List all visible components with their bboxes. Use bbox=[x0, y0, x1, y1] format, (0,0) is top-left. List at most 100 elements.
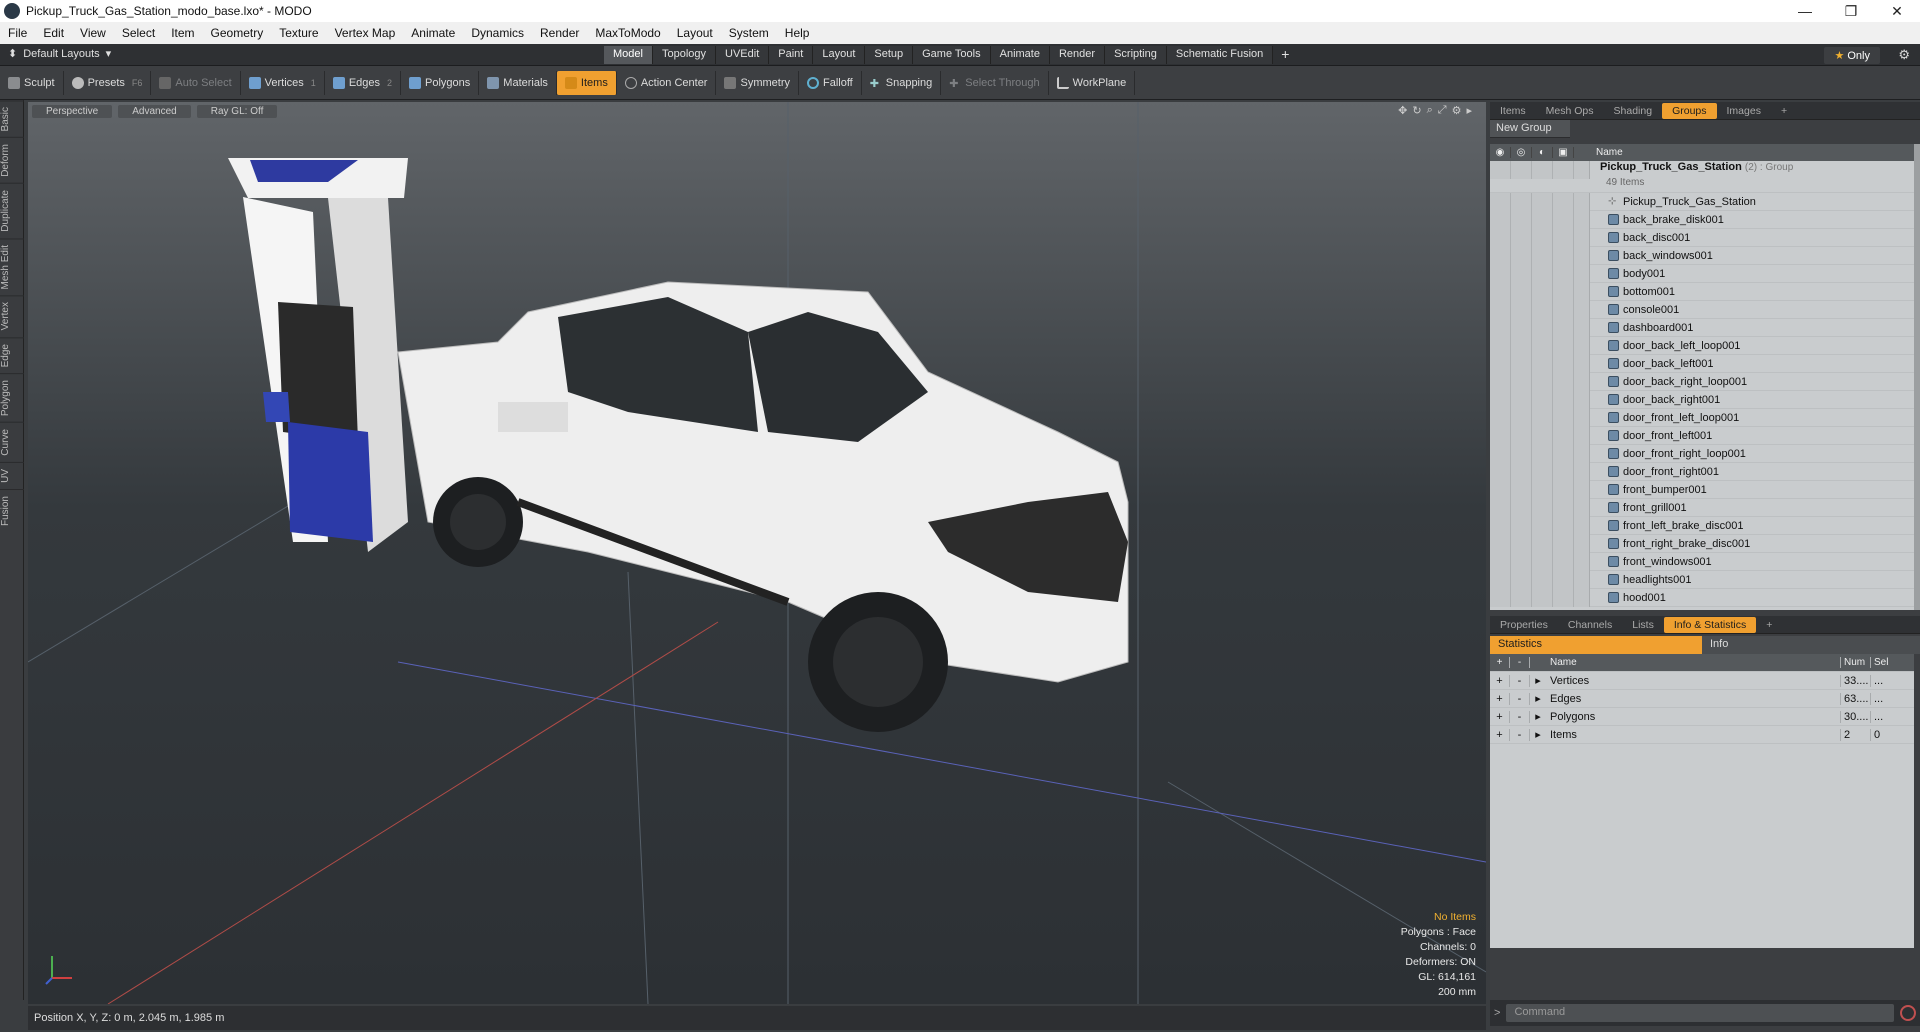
menu-help[interactable]: Help bbox=[777, 26, 818, 40]
menu-file[interactable]: File bbox=[0, 26, 35, 40]
menu-item[interactable]: Item bbox=[163, 26, 202, 40]
left-tab-vertex[interactable]: Vertex bbox=[0, 295, 24, 337]
list-item[interactable]: front_grill001 bbox=[1490, 498, 1914, 517]
tab-game-tools[interactable]: Game Tools bbox=[913, 46, 991, 64]
add-panel-tab-icon[interactable]: + bbox=[1771, 103, 1797, 119]
select-icon[interactable]: ▣ bbox=[1553, 147, 1574, 158]
visibility-cells[interactable] bbox=[1490, 161, 1590, 179]
list-item[interactable]: dashboard001 bbox=[1490, 318, 1914, 337]
group-row[interactable]: Pickup_Truck_Gas_Station (2) : Group 49 … bbox=[1490, 161, 1914, 193]
menu-dynamics[interactable]: Dynamics bbox=[463, 26, 532, 40]
list-item[interactable]: door_front_right_loop001 bbox=[1490, 444, 1914, 463]
menu-vertex-map[interactable]: Vertex Map bbox=[327, 26, 404, 40]
tab-lists[interactable]: Lists bbox=[1622, 617, 1664, 633]
presets-button[interactable]: Presets F6 bbox=[64, 70, 152, 95]
table-row[interactable]: + - ▸ Vertices 33.... ... bbox=[1490, 672, 1914, 690]
list-item[interactable]: back_brake_disk001 bbox=[1490, 210, 1914, 229]
plus-icon[interactable]: + bbox=[1490, 674, 1510, 687]
only-button[interactable]: ★ Only bbox=[1824, 47, 1880, 64]
list-item[interactable]: door_back_left_loop001 bbox=[1490, 336, 1914, 355]
name-column-header[interactable]: Name bbox=[1590, 147, 1623, 158]
list-item[interactable]: back_disc001 bbox=[1490, 228, 1914, 247]
left-tab-mesh-edit[interactable]: Mesh Edit bbox=[0, 237, 24, 296]
fit-icon[interactable]: ⤢ bbox=[1438, 104, 1447, 117]
render-icon[interactable]: ◐ bbox=[1532, 147, 1553, 158]
pan-icon[interactable]: ✥ bbox=[1398, 104, 1407, 117]
snapping-button[interactable]: ✚ Snapping bbox=[862, 70, 942, 95]
raygl-button[interactable]: Ray GL: Off bbox=[196, 104, 278, 118]
table-row[interactable]: + - ▸ Polygons 30.... ... bbox=[1490, 708, 1914, 726]
minus-icon[interactable]: - bbox=[1510, 710, 1530, 723]
eye-icon[interactable]: ◉ bbox=[1490, 147, 1511, 158]
expand-arrow-icon[interactable]: ▸ bbox=[1530, 728, 1546, 741]
materials-button[interactable]: Materials bbox=[479, 70, 557, 95]
items-button[interactable]: Items bbox=[556, 70, 617, 95]
info-subtab[interactable]: Info bbox=[1702, 636, 1920, 654]
shading-mode-button[interactable]: Advanced bbox=[118, 104, 191, 118]
collapse-all-icon[interactable]: - bbox=[1510, 657, 1530, 668]
menu-layout[interactable]: Layout bbox=[669, 26, 721, 40]
expand-arrow-icon[interactable]: ▸ bbox=[1530, 674, 1546, 687]
left-tab-deform[interactable]: Deform bbox=[0, 137, 24, 184]
tab-images[interactable]: Images bbox=[1717, 103, 1771, 119]
viewport-settings-icon[interactable]: ⚙ bbox=[1452, 104, 1462, 117]
menu-select[interactable]: Select bbox=[114, 26, 163, 40]
new-group-button[interactable]: New Group bbox=[1490, 120, 1570, 138]
tab-scripting[interactable]: Scripting bbox=[1105, 46, 1167, 64]
menu-view[interactable]: View bbox=[72, 26, 114, 40]
maximize-button[interactable]: ❐ bbox=[1828, 3, 1874, 20]
tab-schematic-fusion[interactable]: Schematic Fusion bbox=[1166, 46, 1274, 64]
tab-shading[interactable]: Shading bbox=[1604, 103, 1663, 119]
viewport-menu-icon[interactable]: ▸ bbox=[1466, 104, 1472, 117]
tab-topology[interactable]: Topology bbox=[652, 46, 717, 64]
minimize-button[interactable]: — bbox=[1782, 3, 1828, 20]
minus-icon[interactable]: - bbox=[1510, 674, 1530, 687]
tab-layout[interactable]: Layout bbox=[813, 46, 866, 64]
expand-arrow-icon[interactable]: ▸ bbox=[1530, 692, 1546, 705]
tab-animate[interactable]: Animate bbox=[990, 46, 1050, 64]
minus-icon[interactable]: - bbox=[1510, 728, 1530, 741]
tab-paint[interactable]: Paint bbox=[769, 46, 814, 64]
tab-channels[interactable]: Channels bbox=[1558, 617, 1622, 633]
3d-viewport[interactable]: Perspective Advanced Ray GL: Off ✥ ↻ ⌕ ⤢… bbox=[28, 102, 1486, 1004]
symmetry-button[interactable]: Symmetry bbox=[716, 70, 799, 95]
list-item[interactable]: body001 bbox=[1490, 264, 1914, 283]
workplane-button[interactable]: WorkPlane bbox=[1049, 70, 1136, 95]
minus-icon[interactable]: - bbox=[1510, 692, 1530, 705]
left-tab-polygon[interactable]: Polygon bbox=[0, 373, 24, 423]
list-item[interactable]: door_back_left001 bbox=[1490, 354, 1914, 373]
list-item[interactable]: bottom001 bbox=[1490, 282, 1914, 301]
plus-icon[interactable]: + bbox=[1490, 728, 1510, 741]
auto-select-button[interactable]: Auto Select bbox=[151, 70, 241, 95]
list-item[interactable]: door_front_left001 bbox=[1490, 426, 1914, 445]
menu-geometry[interactable]: Geometry bbox=[203, 26, 272, 40]
left-tab-uv[interactable]: UV bbox=[0, 461, 24, 489]
sculpt-button[interactable]: Sculpt bbox=[0, 70, 64, 95]
add-tab-plus-icon[interactable]: + bbox=[1273, 46, 1297, 64]
list-item[interactable]: front_bumper001 bbox=[1490, 480, 1914, 499]
command-input[interactable]: Command bbox=[1506, 1004, 1894, 1022]
list-item[interactable]: ⊹ Pickup_Truck_Gas_Station bbox=[1490, 192, 1914, 211]
rotate-icon[interactable]: ↻ bbox=[1412, 104, 1421, 117]
menu-maxtomodo[interactable]: MaxToModo bbox=[587, 26, 668, 40]
groups-scrollbar[interactable] bbox=[1914, 144, 1920, 610]
list-item[interactable]: front_right_brake_disc001 bbox=[1490, 534, 1914, 553]
menu-animate[interactable]: Animate bbox=[403, 26, 463, 40]
list-item[interactable]: console001 bbox=[1490, 300, 1914, 319]
statistics-subtab[interactable]: Statistics bbox=[1490, 636, 1702, 654]
list-item[interactable]: front_windows001 bbox=[1490, 552, 1914, 571]
tab-setup[interactable]: Setup bbox=[865, 46, 914, 64]
left-tab-curve[interactable]: Curve bbox=[0, 422, 24, 462]
polygons-button[interactable]: Polygons bbox=[401, 70, 480, 95]
plus-icon[interactable]: + bbox=[1490, 710, 1510, 723]
tab-groups[interactable]: Groups bbox=[1662, 102, 1717, 119]
tab-model[interactable]: Model bbox=[604, 46, 653, 64]
layout-selector[interactable]: ⬍ Default Layouts ▾ bbox=[8, 47, 111, 61]
vertices-button[interactable]: Vertices 1 bbox=[241, 70, 325, 95]
tab-mesh-ops[interactable]: Mesh Ops bbox=[1536, 103, 1604, 119]
expand-all-icon[interactable]: + bbox=[1490, 657, 1510, 668]
expand-arrow-icon[interactable]: ▸ bbox=[1530, 710, 1546, 723]
left-tab-basic[interactable]: Basic bbox=[0, 100, 24, 138]
zoom-icon[interactable]: ⌕ bbox=[1427, 104, 1433, 117]
list-item[interactable]: front_left_brake_disc001 bbox=[1490, 516, 1914, 535]
